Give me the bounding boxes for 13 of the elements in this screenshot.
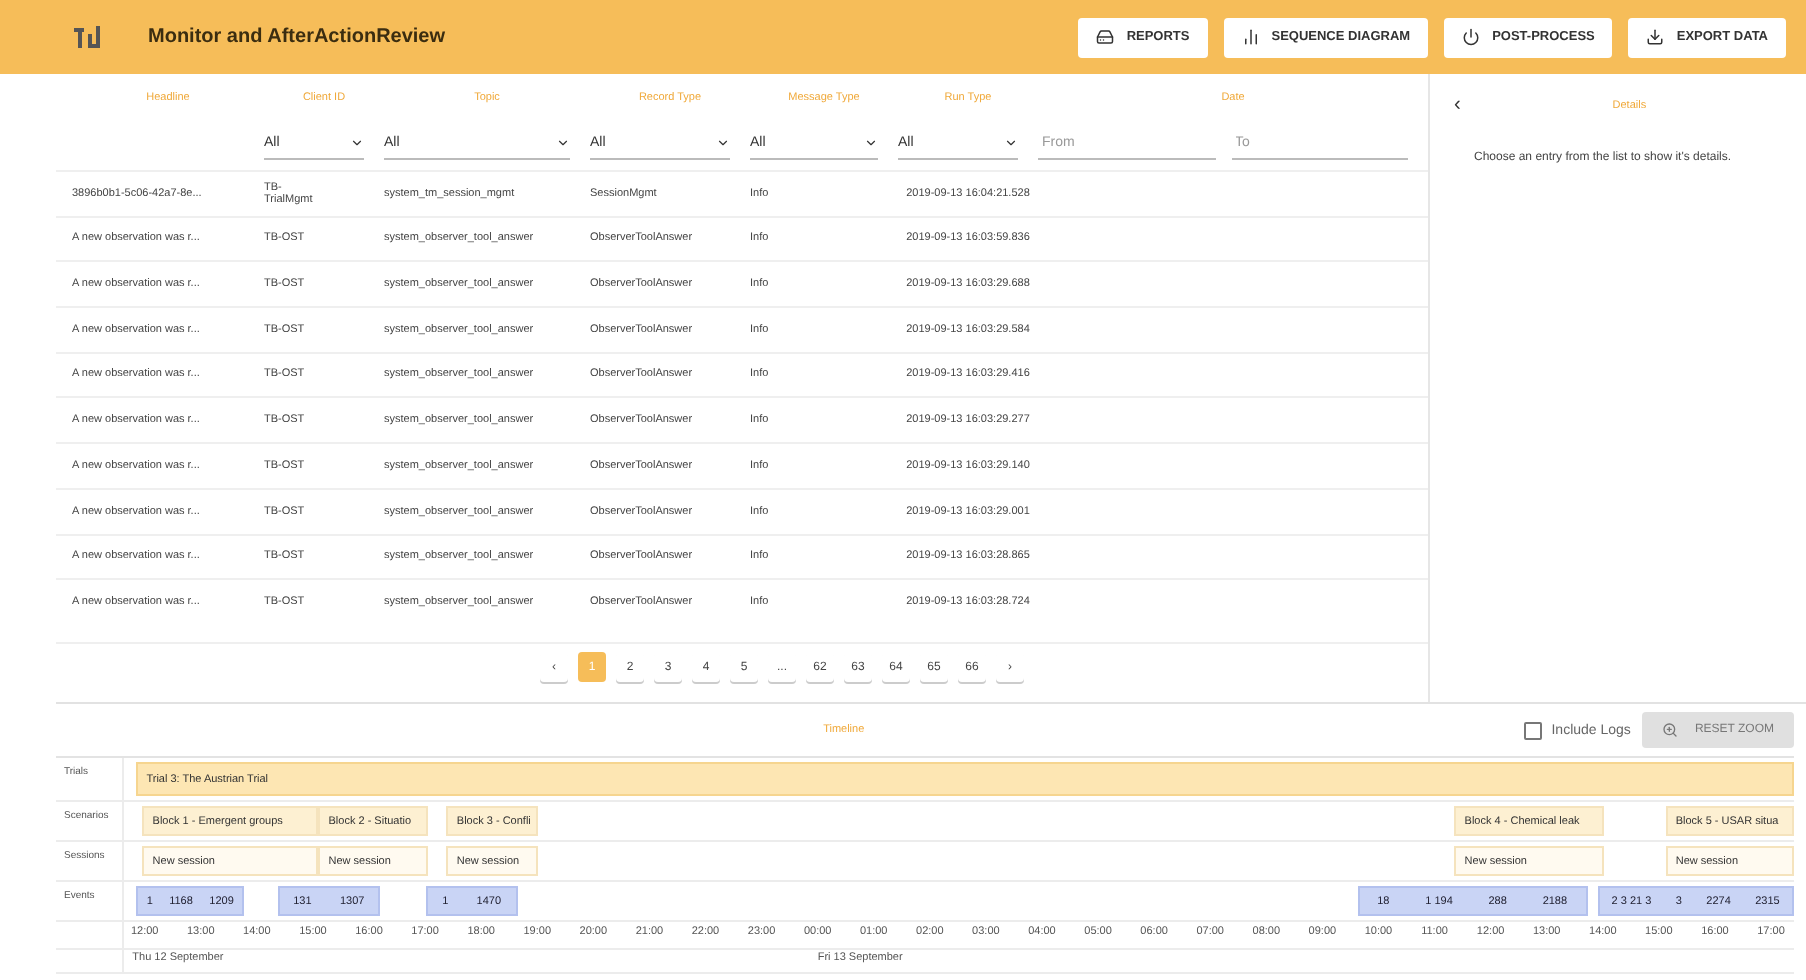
dropdown-icon <box>864 136 878 150</box>
dropdown-icon <box>350 136 364 150</box>
dropdown-icon <box>556 136 570 150</box>
back-button[interactable]: ‹ <box>1446 94 1469 116</box>
power-icon <box>1462 28 1481 46</box>
app-logo-icon <box>72 23 104 51</box>
dropdown-icon <box>1004 136 1018 150</box>
reports-icon <box>1096 28 1115 46</box>
chart-icon <box>1241 28 1260 46</box>
export-icon <box>1646 28 1665 46</box>
zoom-icon <box>1662 722 1679 738</box>
app-title: Monitor and AfterActionReview <box>148 26 448 48</box>
dropdown-icon <box>716 136 730 150</box>
